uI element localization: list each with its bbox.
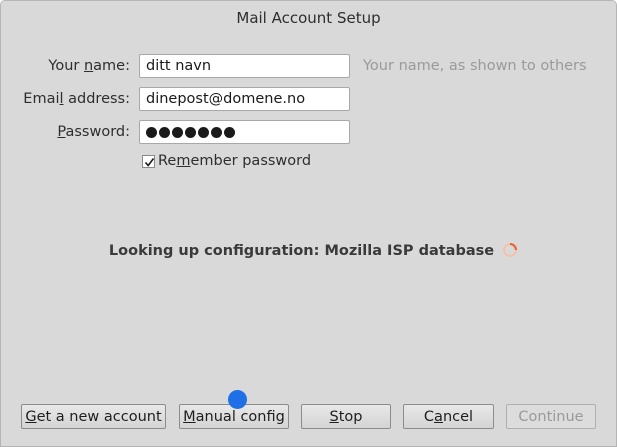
name-label: Your name: xyxy=(48,58,130,74)
password-input[interactable] xyxy=(139,120,350,144)
remember-password-checkbox[interactable] xyxy=(142,154,155,168)
password-dot xyxy=(172,126,183,138)
password-dot xyxy=(224,126,235,138)
password-label: Password: xyxy=(57,124,130,140)
loading-spinner-icon xyxy=(503,243,517,257)
stop-button[interactable]: Stop xyxy=(301,404,391,429)
password-dot xyxy=(198,126,209,138)
cancel-button[interactable]: Ca ncel xyxy=(403,404,494,429)
mail-account-setup-window: Mail Account Setup Your name: ditt navn … xyxy=(0,0,617,447)
window-title: Mail Account Setup xyxy=(1,1,616,35)
name-hint: Your name, as shown to others xyxy=(363,58,587,74)
remember-password-row[interactable]: Remember password xyxy=(142,153,311,169)
email-input[interactable]: dinepost@domene.no xyxy=(139,87,350,111)
password-dot xyxy=(159,126,170,138)
password-mask xyxy=(146,126,235,138)
checkmark-icon xyxy=(144,157,155,167)
password-dot xyxy=(211,126,222,138)
remember-password-label: Remember password xyxy=(158,153,312,169)
password-dot xyxy=(185,126,196,138)
name-input[interactable]: ditt navn xyxy=(139,54,350,78)
get-new-account-button[interactable]: Get a new account xyxy=(21,404,166,429)
status-message: Looking up configuration: Mozilla ISP da… xyxy=(108,243,495,259)
continue-button[interactable]: Continue xyxy=(506,404,596,429)
email-label: Email address: xyxy=(23,91,130,107)
password-dot xyxy=(146,126,157,138)
pointer-cursor-indicator xyxy=(228,390,247,409)
